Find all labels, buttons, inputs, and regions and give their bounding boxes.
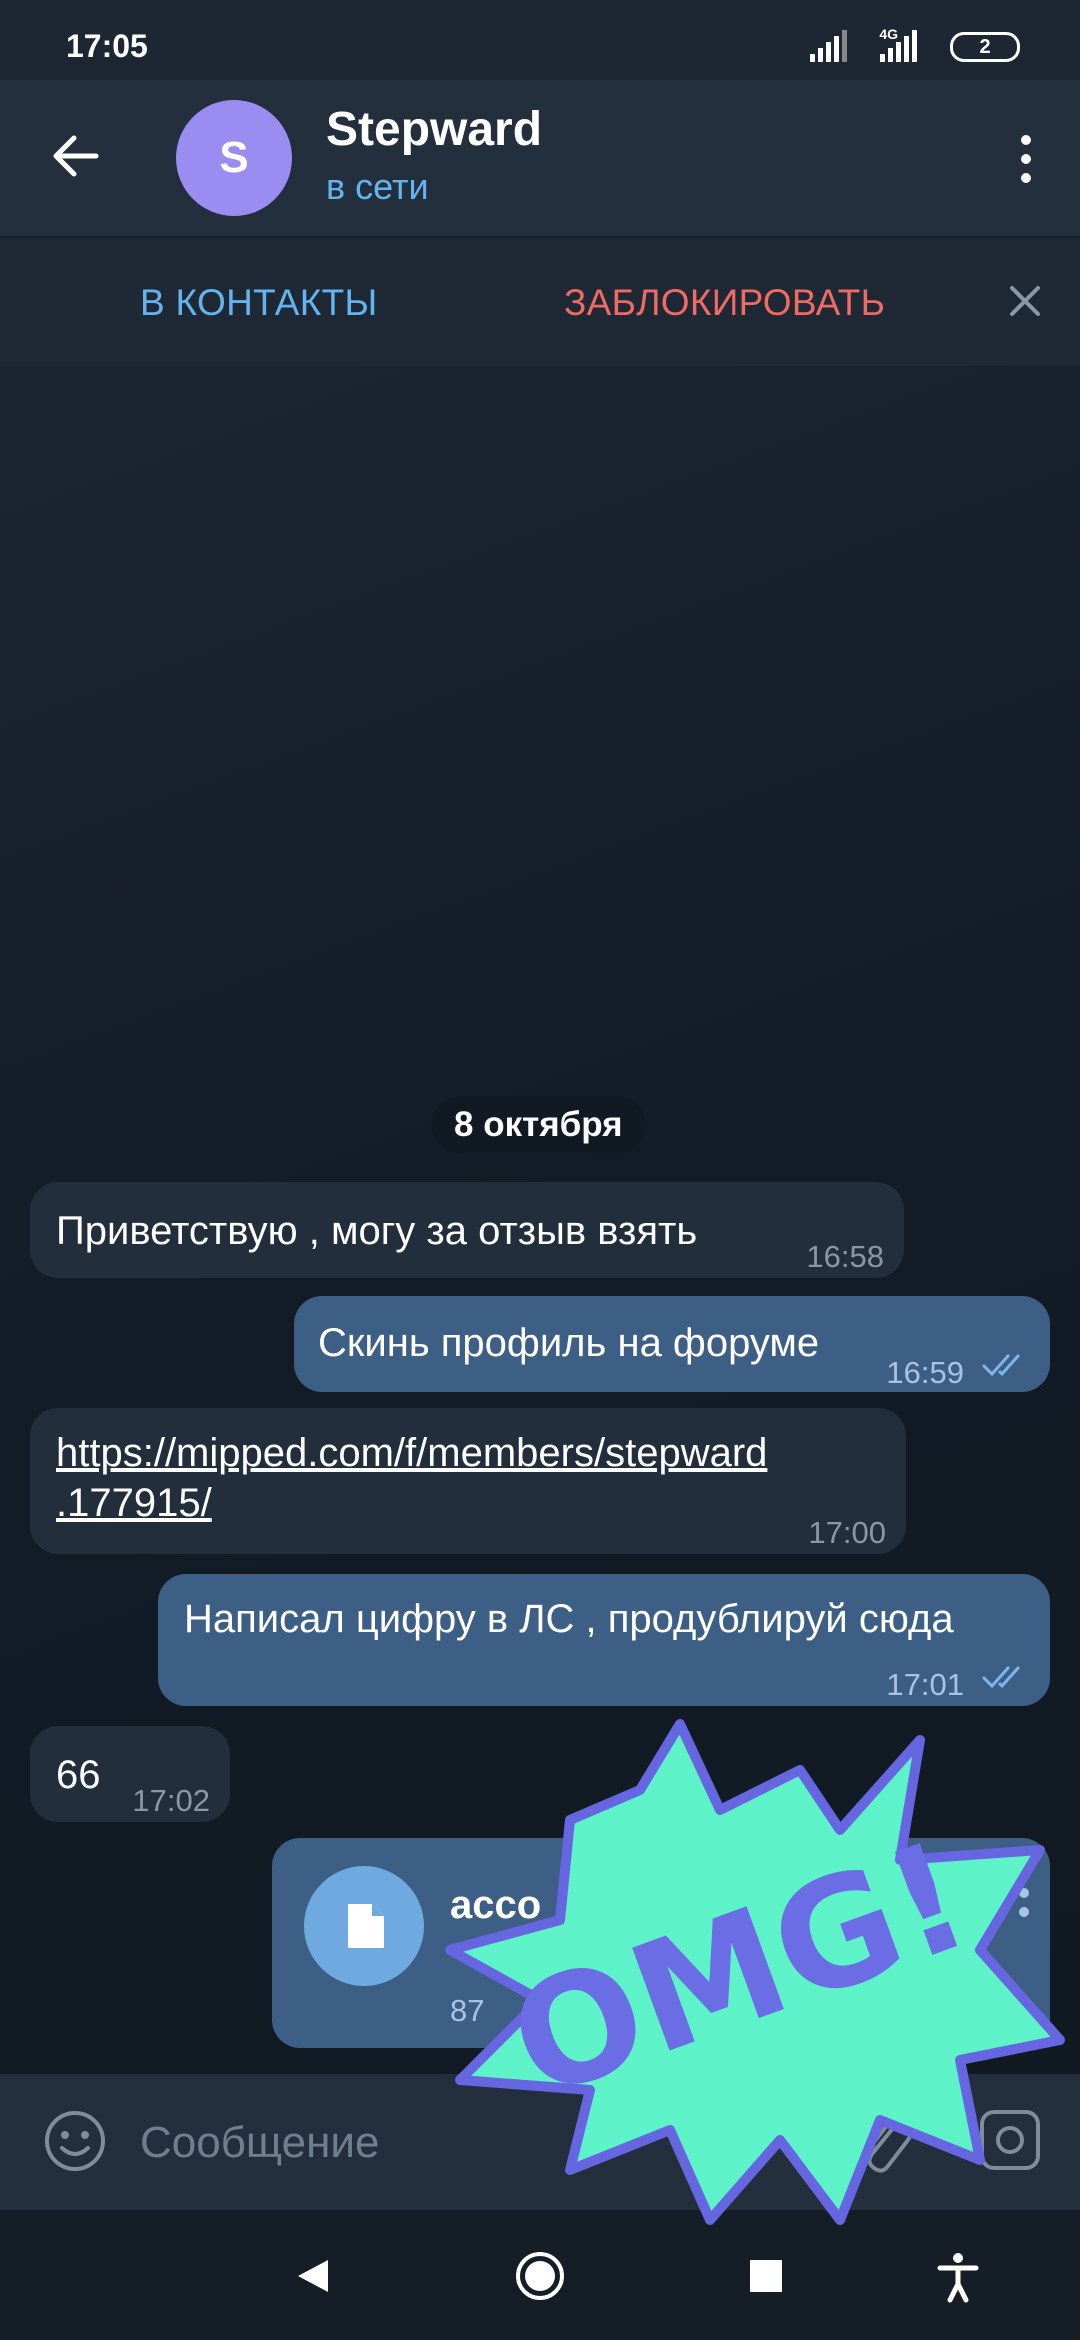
message-text: Приветствую , могу за отзыв взять: [56, 1209, 698, 1253]
message-text: Написал цифру в ЛС , продублируй сюда: [184, 1597, 954, 1641]
message-outgoing[interactable]: Написал цифру в ЛС , продублируй сюда 17…: [158, 1574, 1050, 1706]
emoji-icon[interactable]: [40, 2106, 110, 2176]
date-separator: 8 октября: [432, 1096, 645, 1154]
link-line-1[interactable]: https://mipped.com/f/members/stepward: [56, 1431, 767, 1475]
chat-header: S Stepward в сети: [0, 80, 1080, 236]
omg-sticker: OMG!: [445, 1719, 1065, 2225]
battery-icon: 2: [950, 32, 1020, 62]
nav-recents-icon[interactable]: [736, 2246, 796, 2306]
status-bar: 17:05 4G 2: [0, 0, 1080, 80]
signal-4g-icon: [880, 30, 917, 62]
contact-action-bar: В КОНТАКТЫ ЗАБЛОКИРОВАТЬ: [0, 236, 1080, 368]
online-status: в сети: [326, 166, 429, 207]
signal-icon: [810, 30, 847, 62]
message-link[interactable]: https://mipped.com/f/members/stepward .1…: [56, 1428, 767, 1528]
status-time: 17:05: [66, 28, 148, 64]
close-icon[interactable]: [998, 274, 1052, 328]
accessibility-icon[interactable]: [928, 2246, 988, 2306]
nav-back-icon[interactable]: [284, 2246, 344, 2306]
block-user-button[interactable]: ЗАБЛОКИРОВАТЬ: [564, 282, 885, 324]
message-incoming-link[interactable]: https://mipped.com/f/members/stepward .1…: [30, 1408, 906, 1554]
link-line-2[interactable]: .177915/: [56, 1481, 212, 1525]
status-icons: 4G 2: [810, 26, 1020, 64]
document-icon: [348, 1904, 384, 1948]
message-time: 17:02: [132, 1783, 210, 1818]
back-arrow-icon[interactable]: [46, 126, 106, 186]
read-check-icon: [982, 1354, 1020, 1377]
message-time: 16:58: [806, 1239, 884, 1274]
nav-home-icon[interactable]: [510, 2246, 570, 2306]
avatar[interactable]: S: [176, 100, 292, 216]
read-check-icon: [982, 1666, 1020, 1689]
more-menu-icon[interactable]: [996, 124, 1056, 194]
message-outgoing[interactable]: Скинь профиль на форуме 16:59: [294, 1296, 1050, 1392]
message-incoming[interactable]: 66 17:02: [30, 1726, 230, 1822]
file-icon[interactable]: [304, 1866, 424, 1986]
message-text: Скинь профиль на форуме: [318, 1321, 820, 1365]
message-text: 66: [56, 1753, 101, 1797]
message-time: 16:59: [886, 1355, 964, 1390]
add-contact-button[interactable]: В КОНТАКТЫ: [140, 282, 378, 324]
message-time: 17:00: [808, 1515, 886, 1550]
message-incoming[interactable]: Приветствую , могу за отзыв взять 16:58: [30, 1182, 904, 1278]
chat-title[interactable]: Stepward: [326, 102, 542, 157]
